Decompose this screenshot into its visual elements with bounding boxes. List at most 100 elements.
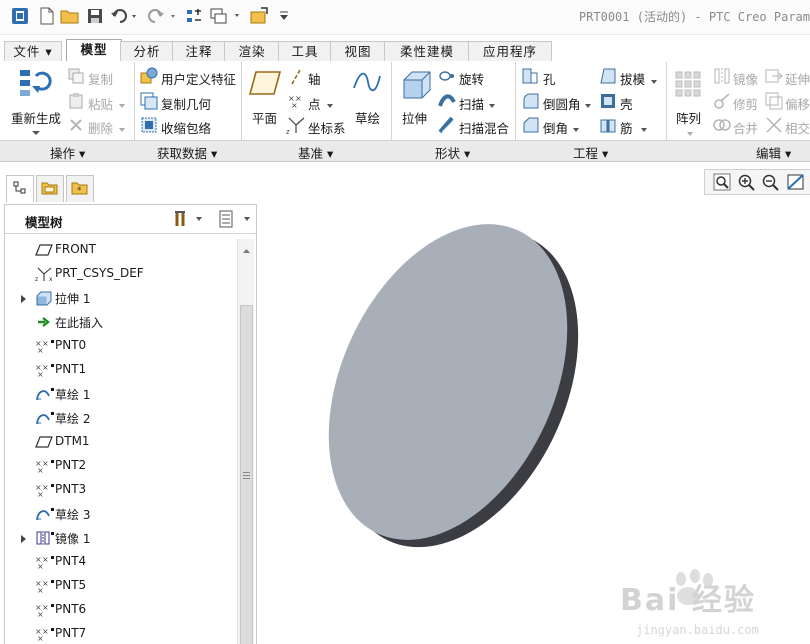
- copy-geometry-icon[interactable]: [140, 92, 158, 113]
- datum-axis-label[interactable]: 轴: [308, 69, 321, 88]
- tree-item[interactable]: × × × PNT7: [5, 622, 237, 644]
- trim-icon[interactable]: [713, 92, 731, 113]
- tree-item[interactable]: 草绘 1: [5, 382, 237, 406]
- sketch-large-icon[interactable]: [352, 68, 382, 101]
- sweep-icon[interactable]: [438, 92, 456, 113]
- tab-favorites[interactable]: *: [66, 175, 94, 202]
- udf-icon[interactable]: [140, 67, 158, 88]
- expand-arrow-icon[interactable]: [20, 293, 27, 307]
- mirror-icon[interactable]: [713, 67, 731, 88]
- delete-dropdown-icon[interactable]: [118, 122, 126, 136]
- tree-settings-icon[interactable]: [174, 210, 204, 231]
- tree-scrollbar[interactable]: [237, 239, 254, 644]
- csys-icon[interactable]: z: [286, 116, 306, 137]
- swept-blend-label[interactable]: 扫描混合: [459, 118, 509, 137]
- delete-icon[interactable]: [68, 117, 84, 136]
- sketch-label[interactable]: 草绘: [355, 108, 380, 127]
- tree-item[interactable]: z x PRT_CSYS_DEF: [5, 262, 237, 286]
- datum-plane-label[interactable]: 平面: [252, 108, 277, 127]
- tree-item[interactable]: 草绘 2: [5, 406, 237, 430]
- save-icon[interactable]: [86, 6, 104, 26]
- draft-label[interactable]: 拔模: [620, 69, 645, 88]
- tab-folder-browser[interactable]: [36, 175, 64, 202]
- tab-analysis[interactable]: 分析: [120, 41, 174, 61]
- group-operations[interactable]: 操作 ▾: [50, 143, 85, 162]
- tree-item[interactable]: FRONT: [5, 238, 237, 262]
- tree-item[interactable]: × × × PNT3: [5, 478, 237, 502]
- tree-scrollbar-thumb[interactable]: [240, 305, 253, 644]
- intersect-icon[interactable]: [765, 116, 783, 137]
- extend-icon[interactable]: [765, 67, 783, 88]
- sweep-label[interactable]: 扫描: [459, 94, 484, 113]
- tree-item[interactable]: × × × PNT4: [5, 550, 237, 574]
- group-engineering[interactable]: 工程 ▾: [573, 143, 608, 162]
- chamfer-dropdown-icon[interactable]: [572, 122, 580, 136]
- delete-label[interactable]: 删除: [88, 118, 113, 137]
- tab-applications[interactable]: 应用程序: [468, 41, 552, 61]
- paste-label[interactable]: 粘贴: [88, 94, 113, 113]
- open-folder-icon[interactable]: [60, 6, 80, 26]
- tab-model-tree[interactable]: [6, 175, 34, 202]
- tab-flexible-modeling[interactable]: 柔性建模: [384, 41, 470, 61]
- regenerate-small-icon[interactable]: [185, 6, 203, 26]
- windows-icon[interactable]: [209, 6, 243, 26]
- tab-file[interactable]: 文件 ▾: [4, 41, 62, 61]
- udf-label[interactable]: 用户定义特征: [161, 69, 236, 88]
- swept-blend-icon[interactable]: [438, 116, 456, 137]
- datum-plane-large-icon[interactable]: [248, 70, 282, 99]
- datum-point-icon[interactable]: × × ×: [288, 93, 306, 112]
- redo-icon[interactable]: [147, 6, 179, 26]
- group-datum[interactable]: 基准 ▾: [298, 143, 333, 162]
- copy-geometry-label[interactable]: 复制几何: [161, 94, 211, 113]
- round-label[interactable]: 倒圆角: [543, 94, 581, 113]
- chamfer-label[interactable]: 倒角: [543, 118, 568, 137]
- regenerate-dropdown-icon[interactable]: [31, 125, 41, 139]
- revolve-icon[interactable]: [438, 68, 456, 87]
- sweep-dropdown-icon[interactable]: [488, 98, 496, 112]
- rib-label[interactable]: 筋: [620, 118, 633, 137]
- draft-icon[interactable]: [599, 67, 617, 88]
- customize-dropdown-icon[interactable]: [278, 6, 290, 26]
- paste-icon[interactable]: [68, 93, 84, 112]
- merge-icon[interactable]: [713, 116, 731, 137]
- group-editing[interactable]: 编辑 ▾: [756, 143, 791, 162]
- pattern-large-icon[interactable]: [674, 70, 702, 101]
- tree-item[interactable]: DTM1: [5, 430, 237, 454]
- close-window-icon[interactable]: [248, 6, 270, 26]
- pattern-label[interactable]: 阵列: [676, 108, 701, 127]
- undo-icon[interactable]: [110, 6, 140, 26]
- expand-arrow-icon[interactable]: [20, 533, 27, 547]
- tab-view[interactable]: 视图: [330, 41, 386, 61]
- offset-icon[interactable]: [765, 92, 783, 113]
- extend-label[interactable]: 延伸: [785, 69, 810, 88]
- tree-item[interactable]: × × × PNT0: [5, 334, 237, 358]
- merge-label[interactable]: 合并: [733, 118, 758, 137]
- csys-label[interactable]: 坐标系: [308, 118, 346, 137]
- shrinkwrap-label[interactable]: 收缩包络: [161, 118, 211, 137]
- hole-label[interactable]: 孔: [543, 69, 556, 88]
- tab-model[interactable]: 模型: [66, 39, 122, 61]
- extrude-large-icon[interactable]: [400, 68, 432, 103]
- rib-dropdown-icon[interactable]: [640, 122, 648, 136]
- group-get-data[interactable]: 获取数据 ▾: [157, 143, 217, 162]
- paste-dropdown-icon[interactable]: [118, 98, 126, 112]
- group-shapes[interactable]: 形状 ▾: [435, 143, 470, 162]
- datum-point-dropdown-icon[interactable]: [326, 98, 334, 112]
- tab-annotate[interactable]: 注释: [172, 41, 226, 61]
- copy-icon[interactable]: [68, 68, 84, 87]
- shell-label[interactable]: 壳: [620, 94, 633, 113]
- tree-item[interactable]: × × × PNT2: [5, 454, 237, 478]
- rib-icon[interactable]: [599, 116, 617, 137]
- scroll-up-icon[interactable]: [242, 243, 251, 257]
- chamfer-icon[interactable]: [522, 116, 540, 137]
- trim-label[interactable]: 修剪: [733, 94, 758, 113]
- copy-label[interactable]: 复制: [88, 69, 113, 88]
- app-menu-icon[interactable]: [10, 6, 30, 26]
- tree-item[interactable]: 镜像 1: [5, 526, 237, 550]
- tree-item[interactable]: × × × PNT1: [5, 358, 237, 382]
- graphics-window[interactable]: Bai 经验 jingyan.baidu.com: [258, 163, 810, 644]
- datum-axis-icon[interactable]: [288, 68, 304, 89]
- offset-label[interactable]: 偏移: [785, 94, 810, 113]
- regenerate-icon[interactable]: [18, 66, 54, 103]
- shell-icon[interactable]: [599, 92, 617, 113]
